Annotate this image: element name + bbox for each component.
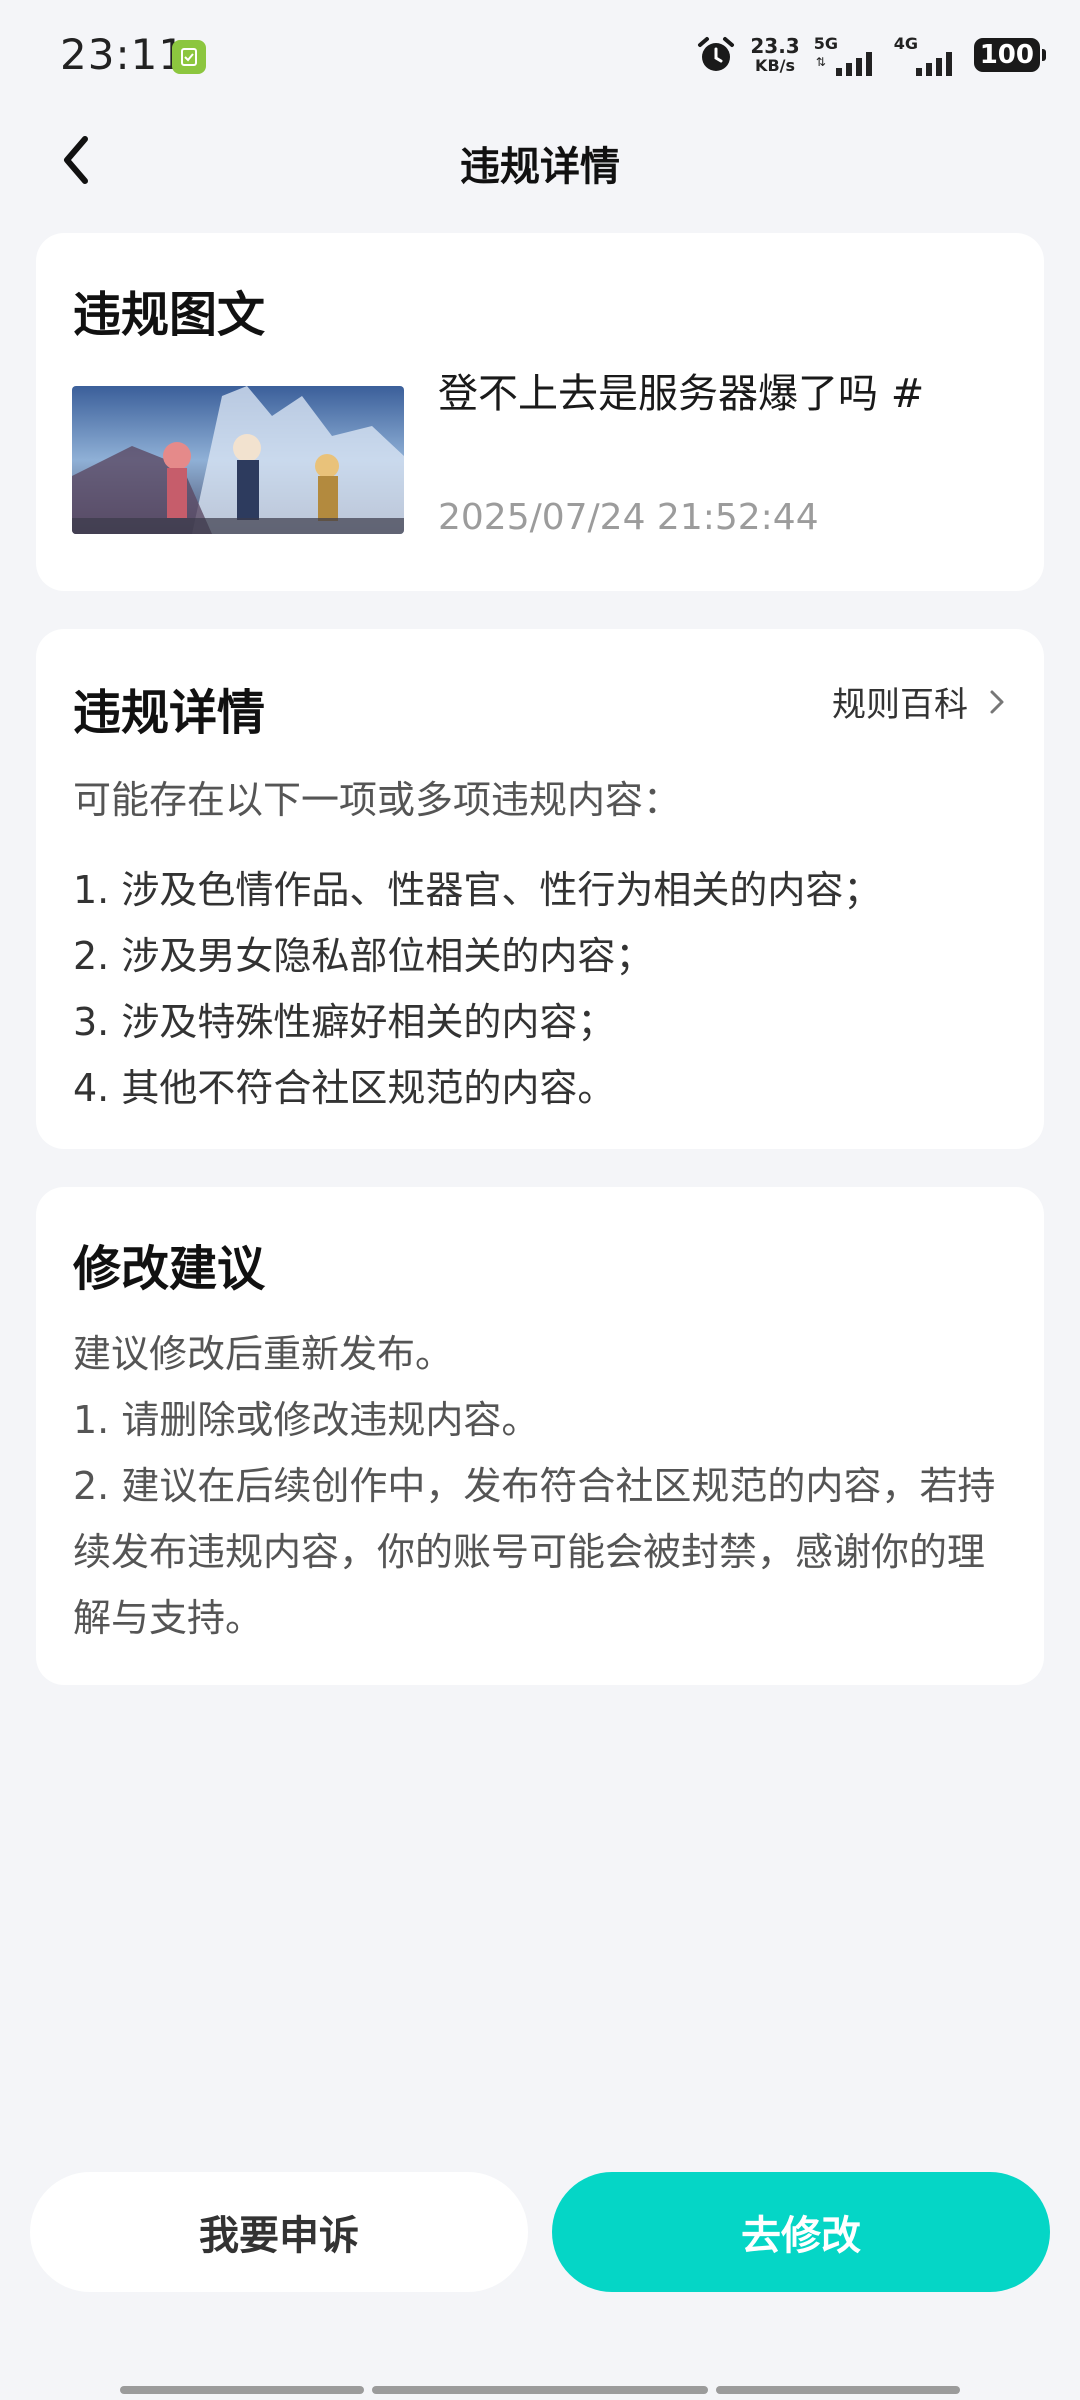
violation-item: 4. 其他不符合社区规范的内容。 (73, 1066, 616, 1110)
violation-item: 2. 涉及男女隐私部位相关的内容； (73, 934, 654, 978)
gesture-navigation-bar[interactable] (0, 2380, 1080, 2400)
violation-item: 1. 涉及色情作品、性器官、性行为相关的内容； (73, 868, 882, 912)
suggestion-line: 2. 建议在后续创作中，发布符合社区规范的内容，若持续发布违规内容，你的账号可能… (73, 1464, 996, 1640)
violation-list: 1. 涉及色情作品、性器官、性行为相关的内容； 2. 涉及男女隐私部位相关的内容… (73, 857, 881, 1121)
top-app-bar: 违规详情 (0, 110, 1080, 210)
app-notification-icon (172, 40, 206, 74)
post-timestamp: 2025/07/24 21:52:44 (438, 497, 819, 538)
nav-segment (372, 2386, 708, 2394)
post-thumbnail[interactable] (72, 386, 404, 534)
status-bar: 23:11 23.3 KB/s 5G ⇅ 4G 100 (0, 0, 1080, 110)
nav-segment (120, 2386, 364, 2394)
violation-detail-page: 23:11 23.3 KB/s 5G ⇅ 4G 100 违规详情 违规图文 登不… (0, 0, 1080, 2400)
chevron-right-icon (990, 690, 1004, 713)
suggestion-text: 建议修改后重新发布。 1. 请删除或修改违规内容。 2. 建议在后续创作中，发布… (73, 1321, 1013, 1651)
signal-4g-icon: 4G (894, 32, 960, 78)
post-card-title: 违规图文 (73, 287, 266, 343)
alarm-icon (696, 35, 736, 75)
network-speed: 23.3 KB/s (750, 36, 799, 74)
detail-card-title: 违规详情 (73, 685, 266, 741)
violating-post-card[interactable]: 违规图文 登不上去是服务器爆了吗 # 2025/07/24 21:52:44 (36, 233, 1044, 591)
go-modify-button[interactable]: 去修改 (552, 2172, 1050, 2292)
network-speed-value: 23.3 (750, 34, 800, 58)
nav-segment (716, 2386, 960, 2394)
status-time: 23:11 (60, 30, 187, 79)
modification-suggestion-card: 修改建议 建议修改后重新发布。 1. 请删除或修改违规内容。 2. 建议在后续创… (36, 1187, 1044, 1685)
post-text: 登不上去是服务器爆了吗 # (438, 371, 925, 417)
network-speed-unit: KB/s (755, 56, 796, 75)
signal-5g-icon: 5G ⇅ (814, 32, 880, 78)
suggestion-line: 1. 请删除或修改违规内容。 (73, 1398, 540, 1442)
battery-icon: 100 (973, 38, 1047, 72)
data-arrows-icon: ⇅ (815, 55, 826, 69)
suggestion-line: 建议修改后重新发布。 (73, 1332, 454, 1376)
rules-link-label: 规则百科 (832, 685, 968, 725)
rules-encyclopedia-link[interactable]: 规则百科 (832, 677, 1006, 726)
page-title: 违规详情 (460, 144, 620, 190)
suggest-card-title: 修改建议 (73, 1241, 266, 1297)
violation-item: 3. 涉及特殊性癖好相关的内容； (73, 1000, 616, 1044)
status-icons: 23.3 KB/s 5G ⇅ 4G 100 (696, 32, 1047, 78)
detail-intro: 可能存在以下一项或多项违规内容： (73, 778, 682, 822)
violation-detail-card: 违规详情 规则百科 可能存在以下一项或多项违规内容： 1. 涉及色情作品、性器官… (36, 629, 1044, 1149)
appeal-button[interactable]: 我要申诉 (30, 2172, 528, 2292)
